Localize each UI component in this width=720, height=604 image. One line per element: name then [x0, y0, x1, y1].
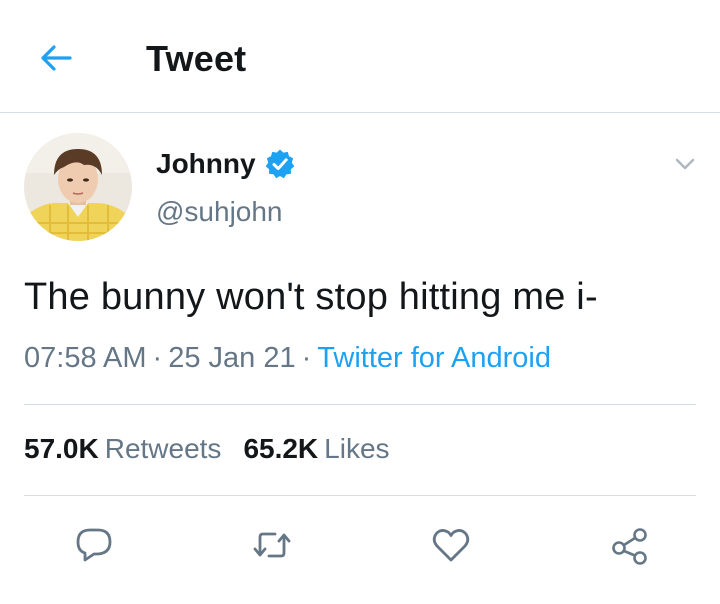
chevron-down-icon [675, 158, 695, 170]
share-icon [612, 528, 647, 565]
reply-icon [76, 528, 112, 562]
tweet-stats: 57.0K Retweets 65.2K Likes [24, 433, 390, 465]
likes-count[interactable]: 65.2K Likes [243, 433, 389, 464]
retweet-button[interactable] [248, 521, 296, 569]
like-icon [432, 529, 470, 562]
tweet-text: The bunny won't stop hitting me i- [24, 276, 598, 318]
top-bar: Tweet [0, 0, 720, 113]
divider [24, 495, 696, 496]
author-name: Johnny [156, 148, 256, 179]
meta-separator: · [152, 342, 163, 374]
meta-separator: · [301, 342, 312, 374]
back-button[interactable] [36, 38, 76, 78]
reply-button[interactable] [70, 521, 118, 569]
tweet-time: 07:58 AM [24, 342, 147, 374]
likes-number: 65.2K [243, 433, 319, 464]
tweet-meta: 07:58 AM · 25 Jan 21 · Twitter for Android [24, 342, 551, 375]
retweets-number: 57.0K [24, 433, 99, 464]
tweet-source-link[interactable]: Twitter for Android [317, 342, 551, 374]
divider [24, 404, 696, 405]
tweet-date: 25 Jan 21 [168, 342, 296, 374]
retweets-count[interactable]: 57.0K Retweets [24, 433, 221, 464]
author-name-row[interactable]: Johnny [156, 148, 296, 180]
page-title: Tweet [146, 38, 247, 79]
avatar[interactable] [24, 133, 132, 241]
retweets-label: Retweets [104, 433, 222, 464]
verified-badge-icon [265, 149, 294, 179]
more-options-button[interactable] [671, 150, 699, 178]
author-handle[interactable]: @suhjohn [156, 196, 283, 228]
likes-label: Likes [324, 433, 390, 464]
arrow-left-icon [41, 45, 72, 71]
avatar-image [24, 133, 132, 241]
share-button[interactable] [605, 521, 653, 569]
retweet-icon [253, 532, 291, 558]
like-button[interactable] [427, 521, 475, 569]
